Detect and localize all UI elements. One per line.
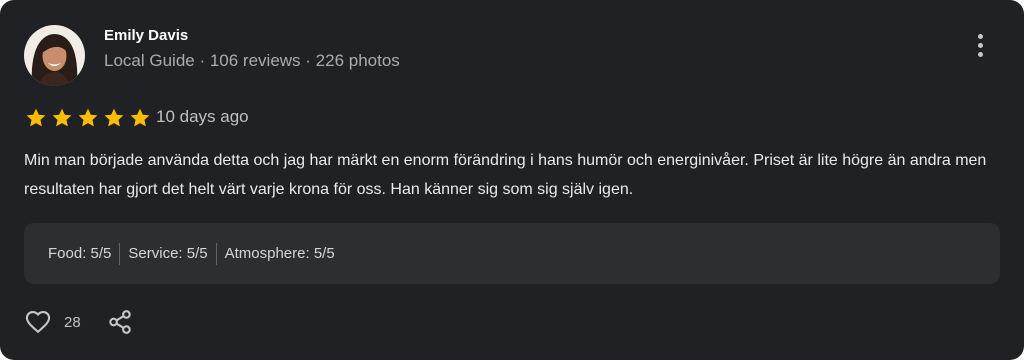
sub-rating-item: Atmosphere: 5/5 <box>215 242 343 265</box>
star-icon <box>78 108 98 127</box>
more-vertical-icon <box>977 33 983 39</box>
avatar[interactable] <box>24 25 85 86</box>
reviewer-meta: Local Guide · 106 reviews · 226 photos <box>104 51 400 70</box>
star-icon <box>26 108 46 127</box>
sub-rating-item: Food: 5/5 <box>48 244 112 262</box>
more-options-button[interactable] <box>966 30 994 60</box>
star-icon <box>130 108 150 127</box>
review-text: Min man började använda detta och jag ha… <box>24 152 987 198</box>
sub-rating-item: Service: 5/5 <box>119 242 215 265</box>
like-count: 28 <box>64 314 81 331</box>
star-rating <box>24 107 152 129</box>
star-icon <box>52 108 72 127</box>
star-icon <box>104 108 124 127</box>
reviewer-name[interactable]: Emily Davis <box>104 27 188 44</box>
review-date: 10 days ago <box>156 107 249 126</box>
heart-outline-icon[interactable] <box>24 308 52 336</box>
share-icon[interactable] <box>106 308 134 336</box>
avatar-photo <box>24 25 85 86</box>
review-card: Emily Davis Local Guide · 106 reviews · … <box>0 0 1024 360</box>
sub-ratings-panel: Food: 5/5 Service: 5/5 Atmosphere: 5/5 <box>24 223 1000 284</box>
